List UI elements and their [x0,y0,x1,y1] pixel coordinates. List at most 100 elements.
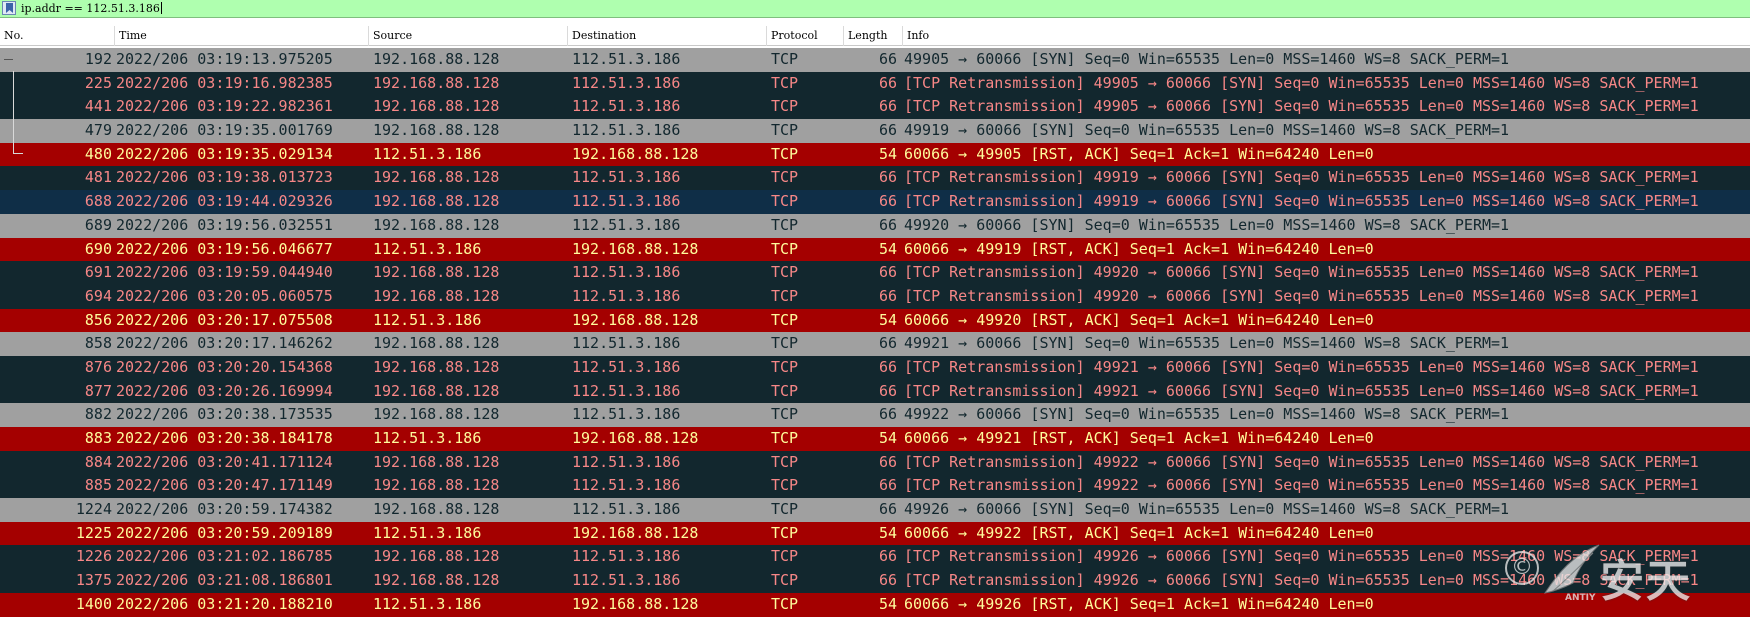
packet-destination-cell: 112.51.3.186 [572,334,681,353]
packet-row[interactable]: 694 2022/206 03:20:05.060575 192.168.88.12… [0,284,1750,309]
packet-row[interactable]: 480 2022/206 03:19:35.029134 112.51.3.186 1… [0,142,1750,167]
packet-list-header: No. Time Source Destination Protocol Len… [0,26,1750,46]
packet-source-cell: 192.168.88.128 [373,263,500,282]
packet-row[interactable]: 1400 2022/206 03:21:20.188210 112.51.3.186… [0,592,1750,617]
packet-length-cell: 66 [878,500,897,519]
packet-destination-cell: 112.51.3.186 [572,50,681,68]
packet-row[interactable]: 885 2022/206 03:20:47.171149 192.168.88.12… [0,474,1750,499]
packet-row[interactable]: 858 2022/206 03:20:17.146262 192.168.88.12… [0,332,1750,356]
packet-row[interactable]: 691 2022/206 03:19:59.044940 192.168.88.12… [0,261,1750,285]
packet-row[interactable]: 479 2022/206 03:19:35.001769 192.168.88.12… [0,119,1750,143]
packet-protocol-cell: TCP [771,523,799,542]
packet-time-cell: 2022/206 03:19:56.046677 [116,239,333,258]
packet-length-cell: 54 [878,429,897,447]
packet-time-cell: 2022/206 03:20:47.171149 [116,476,333,495]
packet-row[interactable]: 877 2022/206 03:20:26.169994 192.168.88.12… [0,379,1750,404]
packet-row[interactable]: 856 2022/206 03:20:17.075508 112.51.3.186 1… [0,308,1750,333]
packet-source-cell: 192.168.88.128 [373,192,500,211]
packet-row[interactable]: 689 2022/206 03:19:56.032551 192.168.88.12… [0,213,1750,238]
packet-no-cell: 856 [84,310,112,329]
packet-protocol-cell: TCP [771,405,799,424]
packet-source-cell: 192.168.88.128 [373,286,500,305]
packet-length-cell: 54 [878,310,897,329]
packet-info-cell: [TCP Retransmission] 49922 → 60066 [SYN]… [904,476,1699,495]
packet-no-cell: 1224 [75,500,112,519]
packet-row[interactable]: 1375 2022/206 03:21:08.186801 192.168.88.1… [0,569,1750,593]
packet-source-cell: 192.168.88.128 [373,381,500,400]
packet-time-cell: 2022/206 03:20:59.209189 [116,523,333,542]
column-header-protocol[interactable]: Protocol [767,26,844,46]
watermark-small-text: ANTIY [1565,593,1596,603]
packet-protocol-cell: TCP [771,310,799,329]
packet-source-cell: 192.168.88.128 [373,215,500,234]
column-header-info[interactable]: Info [903,26,1750,46]
column-header-destination[interactable]: Destination [568,26,767,46]
packet-destination-cell: 112.51.3.186 [572,500,681,519]
packet-info-cell: 60066 → 49926 [RST, ACK] Seq=1 Ack=1 Win… [904,594,1374,613]
packet-row[interactable]: 192 2022/206 03:19:13.975205 192.168.88.12… [0,48,1750,72]
packet-destination-cell: 112.51.3.186 [572,192,681,211]
packet-length-cell: 66 [878,476,897,495]
packet-time-cell: 2022/206 03:20:05.060575 [116,286,333,305]
packet-row[interactable]: 481 2022/206 03:19:38.013723 192.168.88.12… [0,166,1750,191]
packet-row[interactable]: 876 2022/206 03:20:20.154368 192.168.88.12… [0,355,1750,380]
packet-destination-cell: 112.51.3.186 [572,121,681,140]
packet-row[interactable]: 1225 2022/206 03:20:59.209189 112.51.3.186… [0,521,1750,546]
packet-row[interactable]: 688 2022/206 03:19:44.029326 192.168.88.12… [0,190,1750,214]
packet-length-cell: 66 [878,121,897,140]
packet-source-cell: 192.168.88.128 [373,500,500,519]
packet-length-cell: 66 [878,97,897,116]
packet-info-cell: 60066 → 49905 [RST, ACK] Seq=1 Ack=1 Win… [904,144,1374,163]
packet-length-cell: 66 [878,50,897,68]
packet-destination-cell: 112.51.3.186 [572,476,681,495]
packet-source-cell: 112.51.3.186 [373,523,482,542]
packet-length-cell: 66 [878,357,897,376]
packet-row[interactable]: 882 2022/206 03:20:38.173535 192.168.88.12… [0,403,1750,427]
packet-no-cell: 481 [84,168,112,187]
packet-no-cell: 885 [84,476,112,495]
packet-time-cell: 2022/206 03:20:17.146262 [116,334,333,353]
filter-bookmark-icon[interactable] [2,1,16,15]
packet-info-cell: 60066 → 49922 [RST, ACK] Seq=1 Ack=1 Win… [904,523,1374,542]
packet-no-cell: 1375 [75,571,112,590]
packet-row[interactable]: 1224 2022/206 03:20:59.174382 192.168.88.1… [0,498,1750,522]
packet-row[interactable]: 883 2022/206 03:20:38.184178 112.51.3.186 1… [0,427,1750,451]
packet-row[interactable]: 1226 2022/206 03:21:02.186785 192.168.88.1… [0,545,1750,570]
packet-no-cell: 225 [84,73,112,92]
packet-time-cell: 2022/206 03:19:16.982385 [116,73,333,92]
packet-length-cell: 66 [878,571,897,590]
packet-no-cell: 1226 [75,547,112,566]
packet-list: 192 2022/206 03:19:13.975205 192.168.88.12… [0,48,1750,617]
packet-row[interactable]: 225 2022/206 03:19:16.982385 192.168.88.12… [0,71,1750,96]
column-header-source[interactable]: Source [369,26,568,46]
column-header-length[interactable]: Length [844,26,903,46]
packet-time-cell: 2022/206 03:21:08.186801 [116,571,333,590]
packet-destination-cell: 112.51.3.186 [572,215,681,234]
packet-no-cell: 441 [84,97,112,116]
packet-length-cell: 66 [878,452,897,471]
packet-length-cell: 66 [878,286,897,305]
packet-time-cell: 2022/206 03:19:35.029134 [116,144,333,163]
packet-row[interactable]: 441 2022/206 03:19:22.982361 192.168.88.12… [0,95,1750,120]
column-header-time[interactable]: Time [115,26,369,46]
packet-info-cell: [TCP Retransmission] 49919 → 60066 [SYN]… [904,168,1699,187]
packet-destination-cell: 192.168.88.128 [572,239,699,258]
packet-protocol-cell: TCP [771,215,799,234]
packet-row[interactable]: 884 2022/206 03:20:41.171124 192.168.88.12… [0,450,1750,475]
packet-protocol-cell: TCP [771,547,799,566]
packet-info-cell: 60066 → 49919 [RST, ACK] Seq=1 Ack=1 Win… [904,239,1374,258]
packet-no-cell: 192 [84,50,112,68]
display-filter-input[interactable]: ip.addr == 112.51.3.186 [21,0,621,17]
packet-info-cell: [TCP Retransmission] 49905 → 60066 [SYN]… [904,73,1699,92]
column-header-no[interactable]: No. [0,26,115,46]
packet-protocol-cell: TCP [771,192,799,211]
packet-length-cell: 54 [878,594,897,613]
packet-destination-cell: 112.51.3.186 [572,571,681,590]
packet-time-cell: 2022/206 03:20:20.154368 [116,357,333,376]
packet-info-cell: [TCP Retransmission] 49921 → 60066 [SYN]… [904,381,1699,400]
packet-destination-cell: 192.168.88.128 [572,144,699,163]
packet-no-cell: 480 [84,144,112,163]
packet-time-cell: 2022/206 03:21:20.188210 [116,594,333,613]
packet-source-cell: 112.51.3.186 [373,310,482,329]
packet-row[interactable]: 690 2022/206 03:19:56.046677 112.51.3.186 1… [0,237,1750,262]
